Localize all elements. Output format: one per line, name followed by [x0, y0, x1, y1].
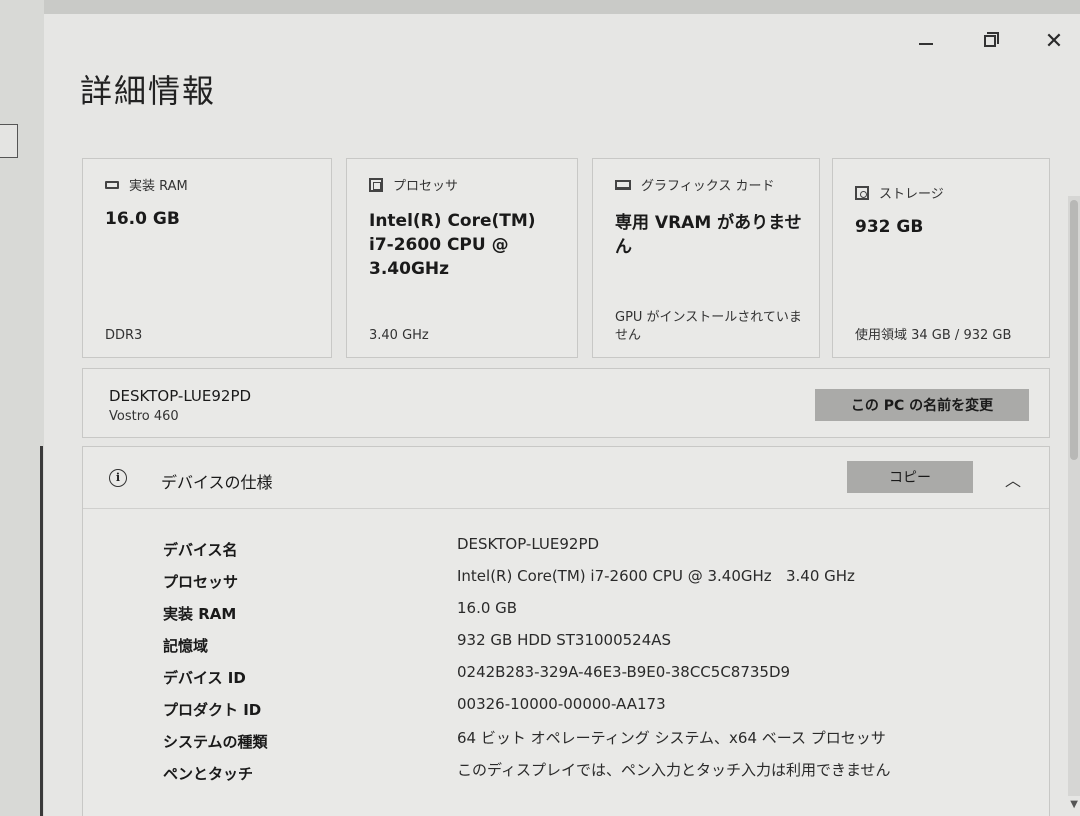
spec-row: デバイス ID 0242B283-329A-46E3-B9E0-38CC5C87… — [163, 663, 1023, 695]
card-ram: 実装 RAM 16.0 GB DDR3 — [82, 158, 332, 358]
close-button[interactable]: ✕ — [1034, 26, 1074, 56]
card-storage-header: ストレージ — [855, 183, 944, 202]
card-graphics-label: グラフィックス カード — [641, 179, 775, 194]
scroll-down-icon[interactable]: ▼ — [1070, 799, 1078, 810]
info-icon: i — [109, 469, 127, 487]
spec-value: 0242B283-329A-46E3-B9E0-38CC5C8735D9 — [457, 663, 791, 681]
background-window-strip — [0, 0, 44, 816]
close-icon: ✕ — [1044, 28, 1064, 54]
settings-window: ✕ 詳細情報 実装 RAM 16.0 GB DDR3 プロセッサ Intel(R… — [44, 0, 1080, 816]
card-graphics-value: 専用 VRAM がありません — [615, 213, 802, 257]
background-window-tab — [0, 124, 18, 158]
card-processor-label: プロセッサ — [393, 179, 459, 194]
card-storage-label: ストレージ — [879, 187, 944, 202]
processor-icon — [369, 177, 383, 192]
background-window-edge — [40, 446, 43, 816]
spec-row: プロダクト ID 00326-10000-00000-AA173 — [163, 695, 1023, 727]
spec-row: システムの種類 64 ビット オペレーティング システム、x64 ベース プロセ… — [163, 727, 1023, 759]
device-specifications-title: デバイスの仕様 — [161, 473, 273, 492]
spec-value: 932 GB HDD ST31000524AS — [457, 631, 672, 649]
spec-value: このディスプレイでは、ペン入力とタッチ入力は利用できません — [457, 761, 891, 779]
ram-icon — [105, 180, 119, 189]
title-bar — [44, 0, 1080, 14]
spec-value: 16.0 GB — [457, 599, 518, 617]
spec-label: 実装 RAM — [163, 605, 237, 623]
spec-value: Intel(R) Core(TM) i7-2600 CPU @ 3.40GHz … — [457, 567, 855, 585]
device-name-section: DESKTOP-LUE92PD Vostro 460 この PC の名前を変更 — [82, 368, 1050, 438]
chevron-up-icon[interactable]: ︿ — [1003, 467, 1023, 490]
page-title: 詳細情報 — [80, 72, 217, 110]
spec-row: プロセッサ Intel(R) Core(TM) i7-2600 CPU @ 3.… — [163, 567, 1023, 599]
scrollbar-thumb[interactable] — [1070, 200, 1078, 460]
card-storage: ストレージ 932 GB 使用領域 34 GB / 932 GB — [832, 158, 1050, 358]
minimize-icon — [919, 43, 933, 45]
card-processor-header: プロセッサ — [369, 175, 458, 194]
spec-row: 実装 RAM 16.0 GB — [163, 599, 1023, 631]
card-ram-header: 実装 RAM — [105, 175, 188, 194]
spec-row: デバイス名 DESKTOP-LUE92PD — [163, 535, 1023, 567]
spec-value: 64 ビット オペレーティング システム、x64 ベース プロセッサ — [457, 729, 886, 747]
card-storage-value: 932 GB — [855, 217, 924, 237]
maximize-button[interactable] — [970, 26, 1010, 56]
copy-button[interactable]: コピー — [847, 461, 973, 493]
specifications-table: デバイス名 DESKTOP-LUE92PD プロセッサ Intel(R) Cor… — [163, 535, 1023, 791]
card-graphics-header: グラフィックス カード — [615, 175, 774, 194]
spec-label: プロダクト ID — [163, 701, 262, 719]
spec-value: 00326-10000-00000-AA173 — [457, 695, 666, 713]
spec-label: ペンとタッチ — [163, 765, 254, 783]
spec-value: DESKTOP-LUE92PD — [457, 535, 600, 553]
card-processor-value: Intel(R) Core(TM) i7-2600 CPU @ 3.40GHz — [369, 211, 536, 279]
spec-row: ペンとタッチ このディスプレイでは、ペン入力とタッチ入力は利用できません — [163, 759, 1023, 791]
card-ram-footer: DDR3 — [105, 328, 143, 343]
device-specifications-header[interactable]: i デバイスの仕様 コピー ︿ — [83, 447, 1049, 509]
minimize-button[interactable] — [906, 26, 946, 56]
storage-icon — [855, 185, 869, 200]
card-processor-footer: 3.40 GHz — [369, 328, 429, 343]
device-name: DESKTOP-LUE92PD — [109, 387, 252, 405]
rename-pc-button[interactable]: この PC の名前を変更 — [815, 389, 1029, 421]
restore-icon — [984, 32, 999, 47]
card-storage-footer: 使用領域 34 GB / 932 GB — [855, 328, 1012, 343]
spec-label: システムの種類 — [163, 733, 268, 751]
spec-label: プロセッサ — [163, 573, 239, 591]
device-specifications-panel: i デバイスの仕様 コピー ︿ デバイス名 DESKTOP-LUE92PD プロ… — [82, 446, 1050, 816]
device-model: Vostro 460 — [109, 409, 179, 424]
spec-label: デバイス ID — [163, 669, 246, 687]
spec-label: デバイス名 — [163, 541, 238, 559]
spec-label: 記憶域 — [163, 637, 209, 655]
card-graphics-footer: GPU がインストールされていません — [615, 310, 802, 343]
card-ram-label: 実装 RAM — [129, 179, 188, 194]
card-processor: プロセッサ Intel(R) Core(TM) i7-2600 CPU @ 3.… — [346, 158, 578, 358]
spec-row: 記憶域 932 GB HDD ST31000524AS — [163, 631, 1023, 663]
card-graphics: グラフィックス カード 専用 VRAM がありません GPU がインストールされ… — [592, 158, 820, 358]
card-ram-value: 16.0 GB — [105, 209, 180, 229]
graphics-card-icon — [615, 179, 631, 190]
